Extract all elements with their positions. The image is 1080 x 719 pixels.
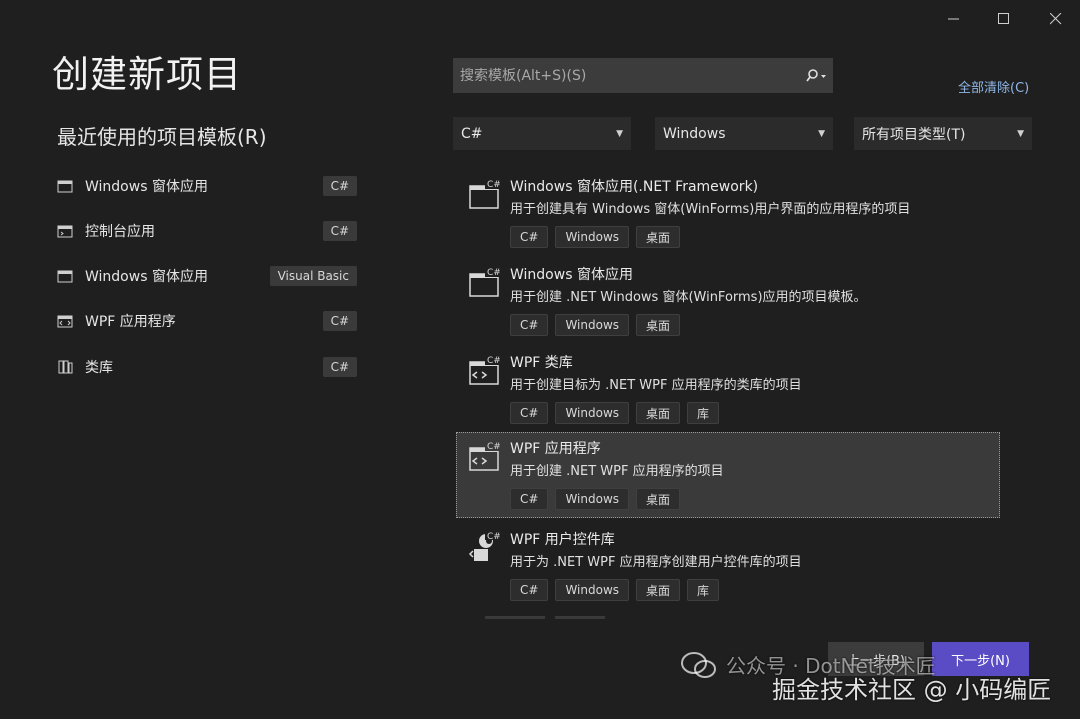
recent-item-console[interactable]: 控制台应用 C#	[57, 217, 357, 245]
svg-text:C#: C#	[487, 180, 500, 190]
template-tags: C# Windows 桌面	[510, 488, 681, 510]
tag-platform: Windows	[555, 226, 630, 248]
tag-type: 桌面	[636, 579, 681, 601]
close-icon	[1050, 13, 1062, 25]
search-input[interactable]	[454, 66, 802, 85]
template-name: Windows 窗体应用(.NET Framework)	[510, 179, 759, 195]
template-description: 用于为 .NET WPF 应用程序创建用户控件库的项目	[510, 555, 802, 570]
recent-item-label: Windows 窗体应用	[85, 269, 208, 285]
recent-item-winforms-cs[interactable]: Windows 窗体应用 C#	[57, 172, 357, 200]
page-title: 创建新项目	[52, 53, 242, 96]
template-tags: C# Windows 桌面	[510, 314, 681, 336]
template-item[interactable]: C# Windows 窗体应用(.NET Framework) 用于创建具有 W…	[456, 170, 1000, 256]
class-library-icon	[57, 359, 73, 375]
template-search-box[interactable]	[453, 58, 833, 93]
project-type-filter-dropdown[interactable]: 所有项目类型(T) ▼	[854, 117, 1032, 150]
language-tag: C#	[322, 176, 357, 196]
tag-type: 桌面	[636, 226, 681, 248]
tag-platform: Windows	[555, 579, 630, 601]
chevron-down-icon: ▼	[818, 128, 825, 139]
wpf-app-icon	[57, 313, 73, 329]
wpf-app-icon: C#	[469, 440, 500, 471]
template-item-selected[interactable]: C# WPF 应用程序 用于创建 .NET WPF 应用程序的项目 C# Win…	[456, 432, 1000, 518]
winforms-cs-icon: C#	[469, 266, 500, 297]
tag-type: 桌面	[636, 488, 681, 510]
recent-item-wpf-app[interactable]: WPF 应用程序 C#	[57, 307, 357, 335]
tag-language: C#	[510, 402, 549, 424]
window-app-icon	[57, 268, 73, 284]
close-button[interactable]	[1034, 6, 1078, 32]
recent-templates-heading: 最近使用的项目模板(R)	[57, 125, 267, 149]
template-item[interactable]: C# WPF 用户控件库 用于为 .NET WPF 应用程序创建用户控件库的项目…	[456, 523, 1000, 609]
svg-text:C#: C#	[487, 532, 500, 542]
template-name: WPF 应用程序	[510, 441, 601, 457]
language-tag: C#	[322, 221, 357, 241]
template-item[interactable]: C# Windows 窗体应用 用于创建 .NET Windows 窗体(Win…	[456, 258, 1000, 344]
recent-item-label: 控制台应用	[85, 224, 155, 240]
tag-type: 桌面	[636, 402, 681, 424]
template-name: WPF 用户控件库	[510, 532, 615, 548]
language-tag: C#	[322, 311, 357, 331]
svg-text:C#: C#	[487, 268, 500, 278]
template-tags: C# Windows 桌面 库	[510, 402, 720, 424]
template-description: 用于创建 .NET Windows 窗体(WinForms)应用的项目模板。	[510, 290, 867, 305]
tag-language: C#	[510, 488, 549, 510]
wpf-user-control-library-icon: C#	[468, 531, 500, 561]
search-icon[interactable]	[802, 68, 832, 83]
language-filter-value: C#	[461, 125, 483, 142]
tag-platform: Windows	[555, 488, 630, 510]
platform-filter-value: Windows	[663, 125, 726, 142]
platform-filter-dropdown[interactable]: Windows ▼	[655, 117, 833, 150]
recent-item-winforms-vb[interactable]: Windows 窗体应用 Visual Basic	[57, 262, 357, 290]
recent-item-label: Windows 窗体应用	[85, 179, 208, 195]
watermark-line2: 掘金技术社区 @ 小码编匠	[772, 676, 1052, 704]
tag-language: C#	[510, 314, 549, 336]
next-template-partial	[485, 616, 605, 619]
template-description: 用于创建目标为 .NET WPF 应用程序的类库的项目	[510, 378, 802, 393]
language-tag: Visual Basic	[269, 266, 357, 286]
template-name: WPF 类库	[510, 355, 573, 371]
chevron-down-icon: ▼	[1017, 128, 1024, 139]
project-type-filter-value: 所有项目类型(T)	[862, 126, 966, 143]
tag-library: 库	[687, 402, 720, 424]
template-tags: C# Windows 桌面 库	[510, 579, 720, 601]
winforms-cs-icon: C#	[469, 178, 500, 209]
recent-item-label: 类库	[85, 360, 113, 376]
template-tags: C# Windows 桌面	[510, 226, 681, 248]
minimize-button[interactable]	[932, 6, 976, 32]
tag-platform: Windows	[555, 314, 630, 336]
tag-type: 桌面	[636, 314, 681, 336]
tag-library: 库	[687, 579, 720, 601]
template-item[interactable]: C# WPF 类库 用于创建目标为 .NET WPF 应用程序的类库的项目 C#…	[456, 346, 1000, 432]
language-tag: C#	[322, 357, 357, 377]
minimize-icon	[948, 18, 959, 20]
language-filter-dropdown[interactable]: C# ▼	[453, 117, 631, 150]
console-app-icon	[57, 223, 73, 239]
wpf-class-library-icon: C#	[469, 354, 500, 385]
window-app-icon	[57, 178, 73, 194]
tag-platform: Windows	[555, 402, 630, 424]
wechat-icon	[681, 651, 716, 678]
tag-language: C#	[510, 579, 549, 601]
maximize-icon	[998, 13, 1009, 24]
maximize-button[interactable]	[982, 6, 1026, 32]
tag-language: C#	[510, 226, 549, 248]
template-name: Windows 窗体应用	[510, 267, 633, 283]
clear-all-link[interactable]: 全部清除(C)	[958, 77, 1029, 96]
recent-item-label: WPF 应用程序	[85, 314, 176, 330]
chevron-down-icon: ▼	[616, 128, 623, 139]
svg-text:C#: C#	[487, 356, 500, 366]
svg-text:C#: C#	[487, 442, 500, 452]
template-description: 用于创建 .NET WPF 应用程序的项目	[510, 464, 724, 479]
watermark-juejin: 掘金技术社区 @ 小码编匠	[772, 670, 1051, 705]
template-description: 用于创建具有 Windows 窗体(WinForms)用户界面的应用程序的项目	[510, 202, 911, 217]
recent-item-class-library[interactable]: 类库 C#	[57, 353, 357, 381]
